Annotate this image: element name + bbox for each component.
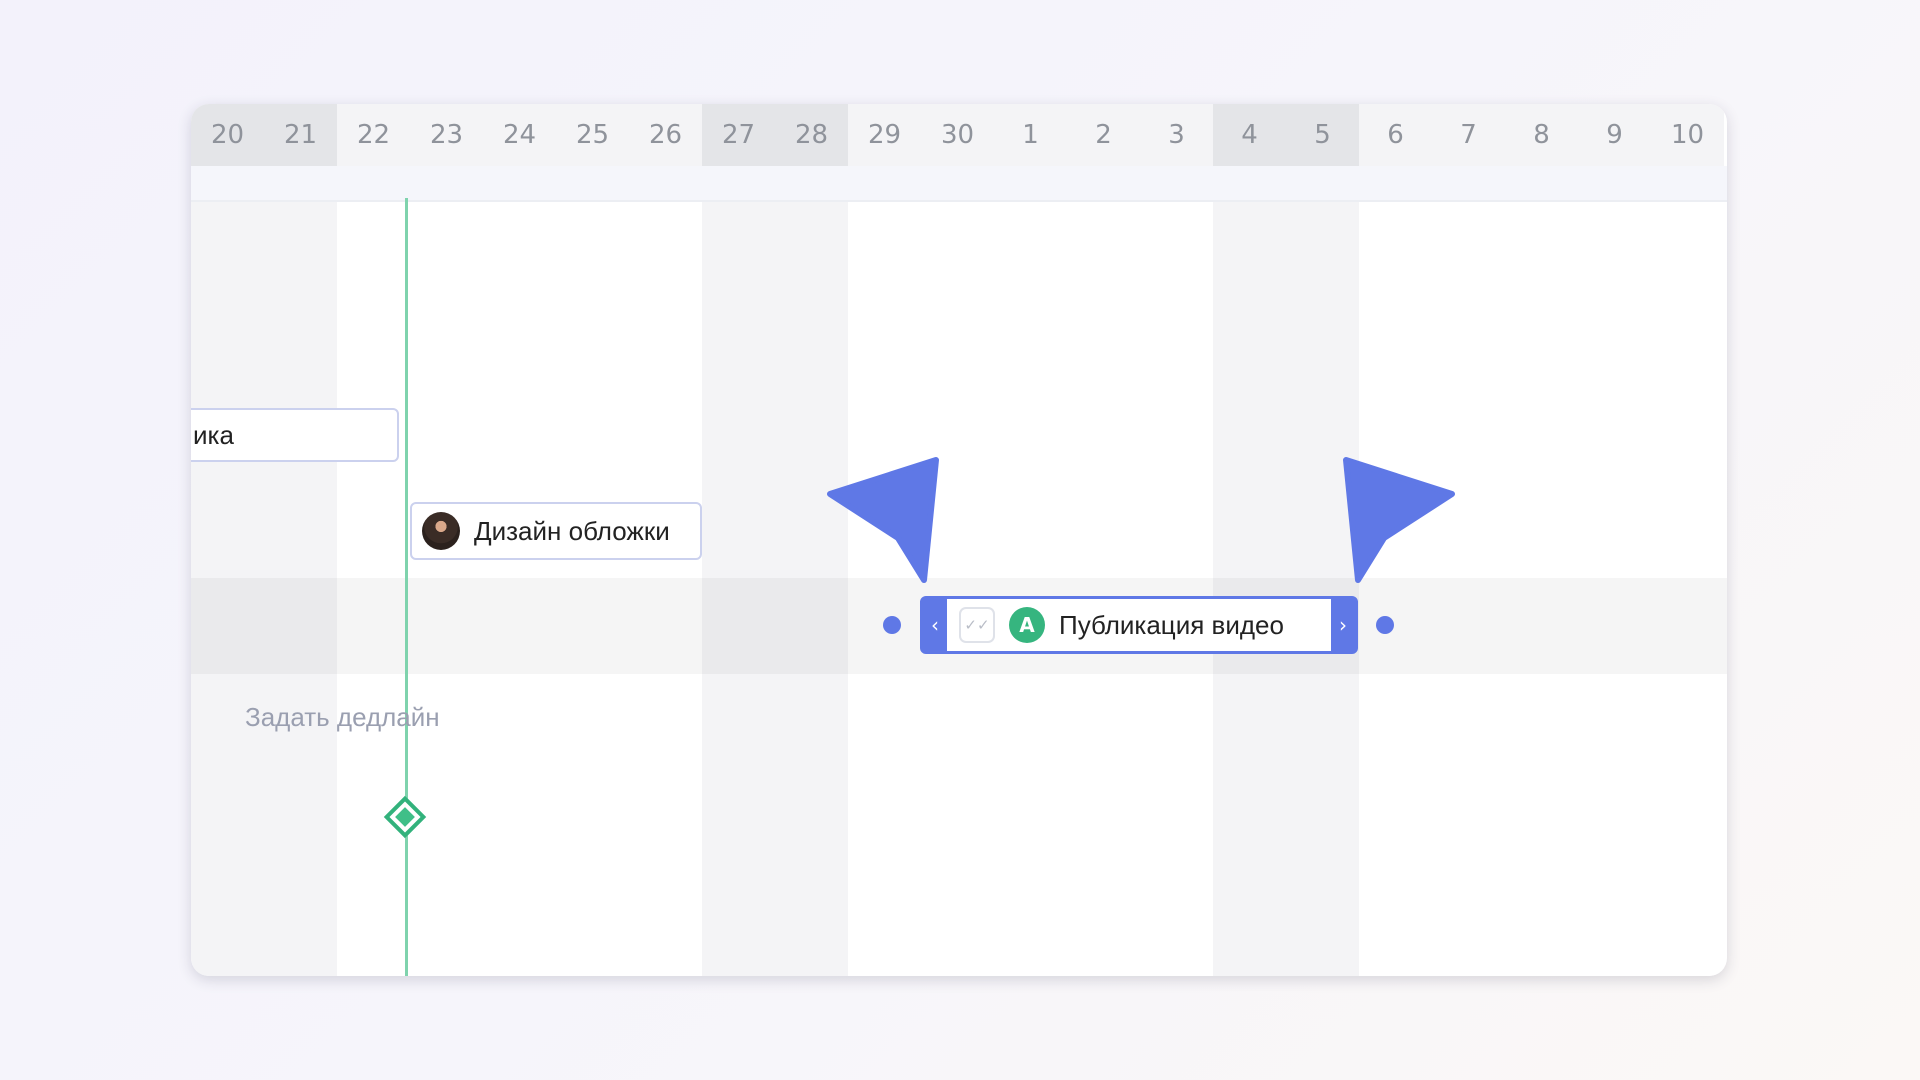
day-header-cell: 30 [921, 104, 994, 166]
dependency-dot-left[interactable] [883, 616, 901, 634]
day-header-cell: 29 [848, 104, 921, 166]
day-header-cell: 6 [1359, 104, 1432, 166]
task-checkbox[interactable]: ✓✓ [959, 607, 995, 643]
avatar [422, 512, 460, 550]
set-deadline-link[interactable]: Задать дедлайн [245, 702, 440, 733]
day-header-cell: 22 [337, 104, 410, 166]
resize-handle-right[interactable]: › [1331, 599, 1355, 651]
double-check-icon: ✓✓ [964, 616, 990, 634]
task-bar-cover-design[interactable]: Дизайн обложки [410, 502, 702, 560]
day-header-cell: 3 [1140, 104, 1213, 166]
day-header-cell: 7 [1432, 104, 1505, 166]
avatar: A [1009, 607, 1045, 643]
day-header-cell: 24 [483, 104, 556, 166]
chevron-right-icon: › [1339, 613, 1347, 637]
day-header-cell: 23 [410, 104, 483, 166]
pointer-cursor-icon [827, 457, 939, 583]
avatar-letter: A [1019, 613, 1035, 637]
task-bar-partial[interactable]: ика [191, 408, 399, 462]
day-header-cell: 26 [629, 104, 702, 166]
day-header-cell: 9 [1578, 104, 1651, 166]
day-header-cell: 28 [775, 104, 848, 166]
pointer-cursor-icon [1343, 457, 1455, 583]
milestone-fill [395, 807, 415, 827]
timeline-header: 20 21 22 23 24 25 26 27 28 29 30 1 2 3 4 5 6 7 8 9 10 [191, 104, 1727, 166]
day-header-cell: 21 [264, 104, 337, 166]
day-header-cell: 8 [1505, 104, 1578, 166]
today-line [405, 198, 408, 976]
timeline-subheader [191, 166, 1727, 202]
day-header-cell: 25 [556, 104, 629, 166]
task-label: ика [193, 419, 234, 450]
day-header-cell: 20 [191, 104, 264, 166]
day-header-cell: 5 [1286, 104, 1359, 166]
task-bar-video-publication[interactable]: ‹ ✓✓ A Публикация видео › [920, 596, 1358, 654]
resize-handle-left[interactable]: ‹ [923, 599, 947, 651]
task-label: Публикация видео [1059, 609, 1284, 640]
day-header-cell: 27 [702, 104, 775, 166]
day-header-cell: 2 [1067, 104, 1140, 166]
chevron-left-icon: ‹ [931, 613, 939, 637]
task-label: Дизайн обложки [474, 515, 670, 546]
gantt-timeline: 20 21 22 23 24 25 26 27 28 29 30 1 2 3 4 5 6 7 8 9 10 ика Ди… [191, 104, 1727, 976]
day-header-cell: 1 [994, 104, 1067, 166]
dependency-dot-right[interactable] [1376, 616, 1394, 634]
day-header-cell: 10 [1651, 104, 1724, 166]
day-header-cell: 4 [1213, 104, 1286, 166]
